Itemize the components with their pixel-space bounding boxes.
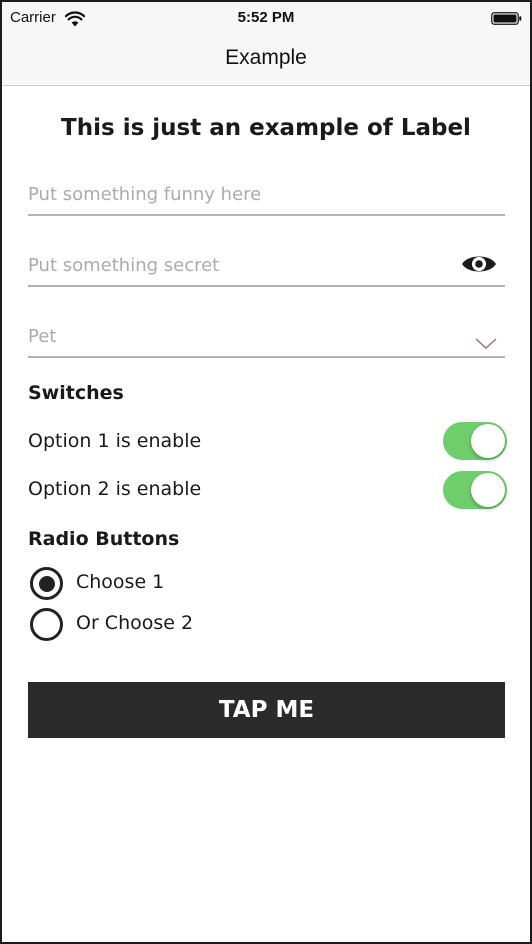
option-1-label: Option 1 is enable [28,430,202,452]
pet-select-placeholder: Pet [28,326,57,347]
status-bar: Carrier 5:52 PM [2,2,530,34]
navigation-bar: Example [2,34,530,86]
radio-choose-1[interactable] [30,567,63,600]
switches-section-title: Switches [28,382,124,404]
status-time: 5:52 PM [237,9,295,26]
eye-icon[interactable] [461,251,497,277]
radio-selected-dot [38,575,55,592]
battery-icon [491,12,522,25]
example-label: This is just an example of Label [61,115,471,141]
switch-knob [471,473,505,507]
pet-select[interactable]: Pet [28,318,505,358]
tap-me-button[interactable]: TAP ME [28,682,505,738]
radio-buttons-section-title: Radio Buttons [28,528,180,550]
funny-text-field-placeholder: Put something funny here [28,184,262,205]
nav-title: Example [225,46,307,69]
option-1-switch[interactable] [443,422,507,460]
switch-knob [471,424,505,458]
app-screen: Carrier 5:52 PM Example This is just an … [0,0,532,944]
secret-text-field[interactable]: Put something secret [28,247,505,287]
funny-text-field[interactable]: Put something funny here [28,176,505,216]
option-2-label: Option 2 is enable [28,478,202,500]
secret-text-field-placeholder: Put something secret [28,255,220,276]
radio-choose-2-label[interactable]: Or Choose 2 [76,612,193,634]
chevron-down-icon [475,338,497,349]
radio-choose-2[interactable] [30,608,63,641]
radio-choose-1-label[interactable]: Choose 1 [76,571,164,593]
option-2-switch[interactable] [443,471,507,509]
